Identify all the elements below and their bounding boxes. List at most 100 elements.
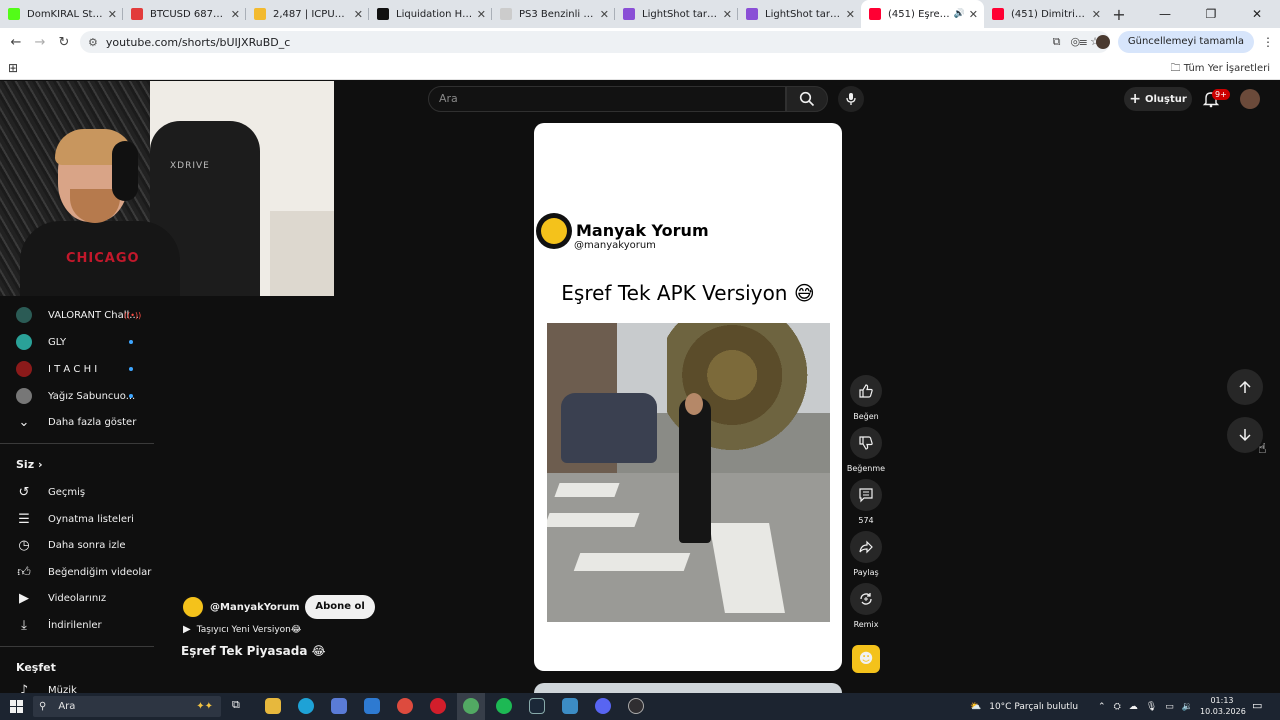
cloud-icon[interactable]: ☁ [1129, 702, 1138, 712]
close-tab-icon[interactable]: ✕ [969, 8, 978, 21]
sidebar-item-history[interactable]: ↺ Geçmiş [0, 480, 160, 504]
like-button[interactable]: Beğen [850, 375, 882, 421]
sidebar-item-playlists[interactable]: ☰ Oynatma listeleri [0, 507, 160, 531]
tray-chevron-icon[interactable]: ⌃ [1098, 702, 1106, 712]
search-input[interactable]: Ara [428, 86, 786, 112]
short-video-player[interactable]: Manyak Yorum @manyakyorum Eşref Tek APK … [534, 123, 842, 671]
close-tab-icon[interactable]: ✕ [600, 8, 609, 21]
browser-tab[interactable]: LightShot tarafından ✕ [738, 0, 861, 28]
sidebar-item-downloads[interactable]: ⤓ İndirilenler [0, 613, 160, 637]
forward-icon[interactable]: → [28, 35, 52, 50]
discord-icon[interactable] [595, 698, 611, 714]
sidebar-channel[interactable]: I T A C H I [0, 357, 160, 381]
sidebar-item-your-videos[interactable]: ▶ Videolarınız [0, 586, 160, 610]
browser-tab[interactable]: LightShot tarafından ✕ [615, 0, 738, 28]
like-icon [850, 375, 882, 407]
close-tab-icon[interactable]: ✕ [108, 8, 117, 21]
subscribe-button[interactable]: Abone ol [305, 595, 375, 619]
sidebar-item-label: Daha sonra izle [48, 539, 126, 551]
taskbar-search[interactable]: ⚲ Ara ✦✦ [33, 696, 221, 717]
spotify-icon[interactable] [496, 698, 512, 714]
mail-icon[interactable] [364, 698, 380, 714]
install-app-icon[interactable]: ⧉ [1053, 35, 1061, 49]
windows-start-icon[interactable] [10, 700, 23, 713]
chrome-active-icon[interactable] [457, 693, 485, 720]
profile-avatar[interactable] [1095, 35, 1110, 49]
apps-grid-icon[interactable]: ⊞ [8, 61, 18, 75]
browser-tab[interactable]: (451) Dimitri Vegas & ✕ [984, 0, 1107, 28]
speaker-icon[interactable]: 🔊 [954, 9, 965, 19]
share-button[interactable]: Paylaş [850, 531, 882, 577]
browser-tab[interactable]: BTCUSD 68706.3 ✕ [123, 0, 246, 28]
notification-center-icon[interactable]: ▭ [1252, 699, 1262, 712]
sidebar-channel[interactable]: VALORANT Chall... ((•)) [0, 303, 160, 327]
store-icon[interactable] [331, 698, 347, 714]
share-label: Paylaş [853, 568, 879, 577]
mic-icon[interactable]: 🎙 [1146, 702, 1157, 712]
youtube-favicon [992, 8, 1004, 20]
close-tab-icon[interactable]: ✕ [723, 8, 732, 21]
opera-icon[interactable] [430, 698, 446, 714]
browser-tab-active[interactable]: (451) Eşref Tek Pi🔊 ✕ [861, 0, 984, 28]
media-control-icon[interactable]: ≡ [1079, 36, 1088, 49]
network-icon[interactable]: ▭ [1165, 702, 1174, 712]
music-row[interactable]: ▶ Taşıyıcı Yeni Versiyon😂 [183, 624, 301, 635]
all-bookmarks-button[interactable]: 🗀 Tüm Yer İşaretleri [1171, 61, 1270, 78]
restore-icon[interactable]: ❐ [1188, 0, 1234, 28]
reload-icon[interactable]: ↻ [52, 35, 76, 50]
voice-search-button[interactable] [838, 86, 864, 112]
close-tab-icon[interactable]: ✕ [846, 8, 855, 21]
like-label: Beğen [853, 412, 879, 421]
game-launcher-icon[interactable] [562, 698, 578, 714]
back-icon[interactable]: ← [4, 35, 28, 50]
update-button[interactable]: Güncellemeyi tamamla [1117, 31, 1254, 53]
task-view-icon[interactable]: ⧉ [232, 698, 248, 714]
address-bar[interactable]: ⚙ youtube.com/shorts/bUIJXRuBD_c ⧉ ◎ ☆ [80, 31, 1110, 53]
site-info-icon[interactable]: ⚙ [88, 36, 98, 49]
taskbar-clock[interactable]: 01:13 10.03.2026 [1200, 695, 1246, 717]
chrome-icon[interactable] [397, 698, 413, 714]
new-tab-button[interactable]: + [1107, 5, 1131, 24]
obs-icon[interactable] [628, 698, 644, 714]
sidebar-item-liked-videos[interactable]: 👍︎ Beğendiğim videolar [0, 560, 160, 584]
search-button[interactable] [786, 86, 828, 112]
file-explorer-icon[interactable] [265, 698, 281, 714]
browser-tab[interactable]: 2,487 | ICPUSDT USD ✕ [246, 0, 369, 28]
you-section-header[interactable]: Siz › [16, 458, 43, 471]
close-tab-icon[interactable]: ✕ [354, 8, 363, 21]
tab-title: Liquidation Heatmap [396, 8, 473, 20]
close-tab-icon[interactable]: ✕ [231, 8, 240, 21]
sidebar-channel[interactable]: GLY [0, 330, 160, 354]
previous-short-button[interactable] [1227, 369, 1263, 405]
browser-tab[interactable]: DomKIRAL Stream - Y ✕ [0, 0, 123, 28]
dislike-button[interactable]: Beğenme [847, 427, 885, 473]
close-tab-icon[interactable]: ✕ [477, 8, 486, 21]
browser-tab-strip: DomKIRAL Stream - Y ✕ BTCUSD 68706.3 ✕ 2,4… [0, 0, 1280, 28]
crosswalk-stripe [554, 483, 620, 497]
sound-thumbnail[interactable]: ☻ [852, 645, 880, 673]
steam-icon[interactable] [529, 698, 545, 714]
comments-button[interactable]: 574 [850, 479, 882, 525]
minimize-icon[interactable]: — [1142, 0, 1188, 28]
tray-apps-icon[interactable]: ⛭ [1114, 702, 1121, 712]
channel-avatar[interactable] [181, 595, 205, 619]
edge-icon[interactable] [298, 698, 314, 714]
browser-tab[interactable]: Liquidation Heatmap ✕ [369, 0, 492, 28]
overlay-video-title: Eşref Tek APK Versiyon 😅 [561, 281, 815, 305]
sidebar-channel[interactable]: Yağız Sabuncuo... [0, 384, 160, 408]
close-window-icon[interactable]: ✕ [1234, 0, 1280, 28]
all-bookmarks-label: Tüm Yer İşaretleri [1183, 63, 1270, 74]
user-avatar[interactable] [1240, 89, 1260, 109]
show-more-button[interactable]: ⌄ Daha fazla göster [0, 410, 160, 434]
close-tab-icon[interactable]: ✕ [1092, 8, 1101, 21]
weather-text[interactable]: 10°C Parçalı bulutlu [989, 702, 1078, 712]
remix-button[interactable]: Remix [850, 583, 882, 629]
sidebar-item-watch-later[interactable]: ◷ Daha sonra izle [0, 533, 160, 557]
youtube-page: XDRIVE CHICAGO VALORANT Chall... ((•)) G… [0, 81, 1280, 698]
channel-handle[interactable]: @ManyakYorum [210, 602, 299, 613]
chair-brand: XDRIVE [170, 161, 210, 171]
volume-icon[interactable]: 🔉 [1182, 702, 1193, 712]
create-button[interactable]: + Oluştur [1124, 87, 1192, 111]
menu-dots-icon[interactable]: ⋮ [1262, 35, 1274, 49]
browser-tab[interactable]: PS3 Benzinli Motosik ✕ [492, 0, 615, 28]
